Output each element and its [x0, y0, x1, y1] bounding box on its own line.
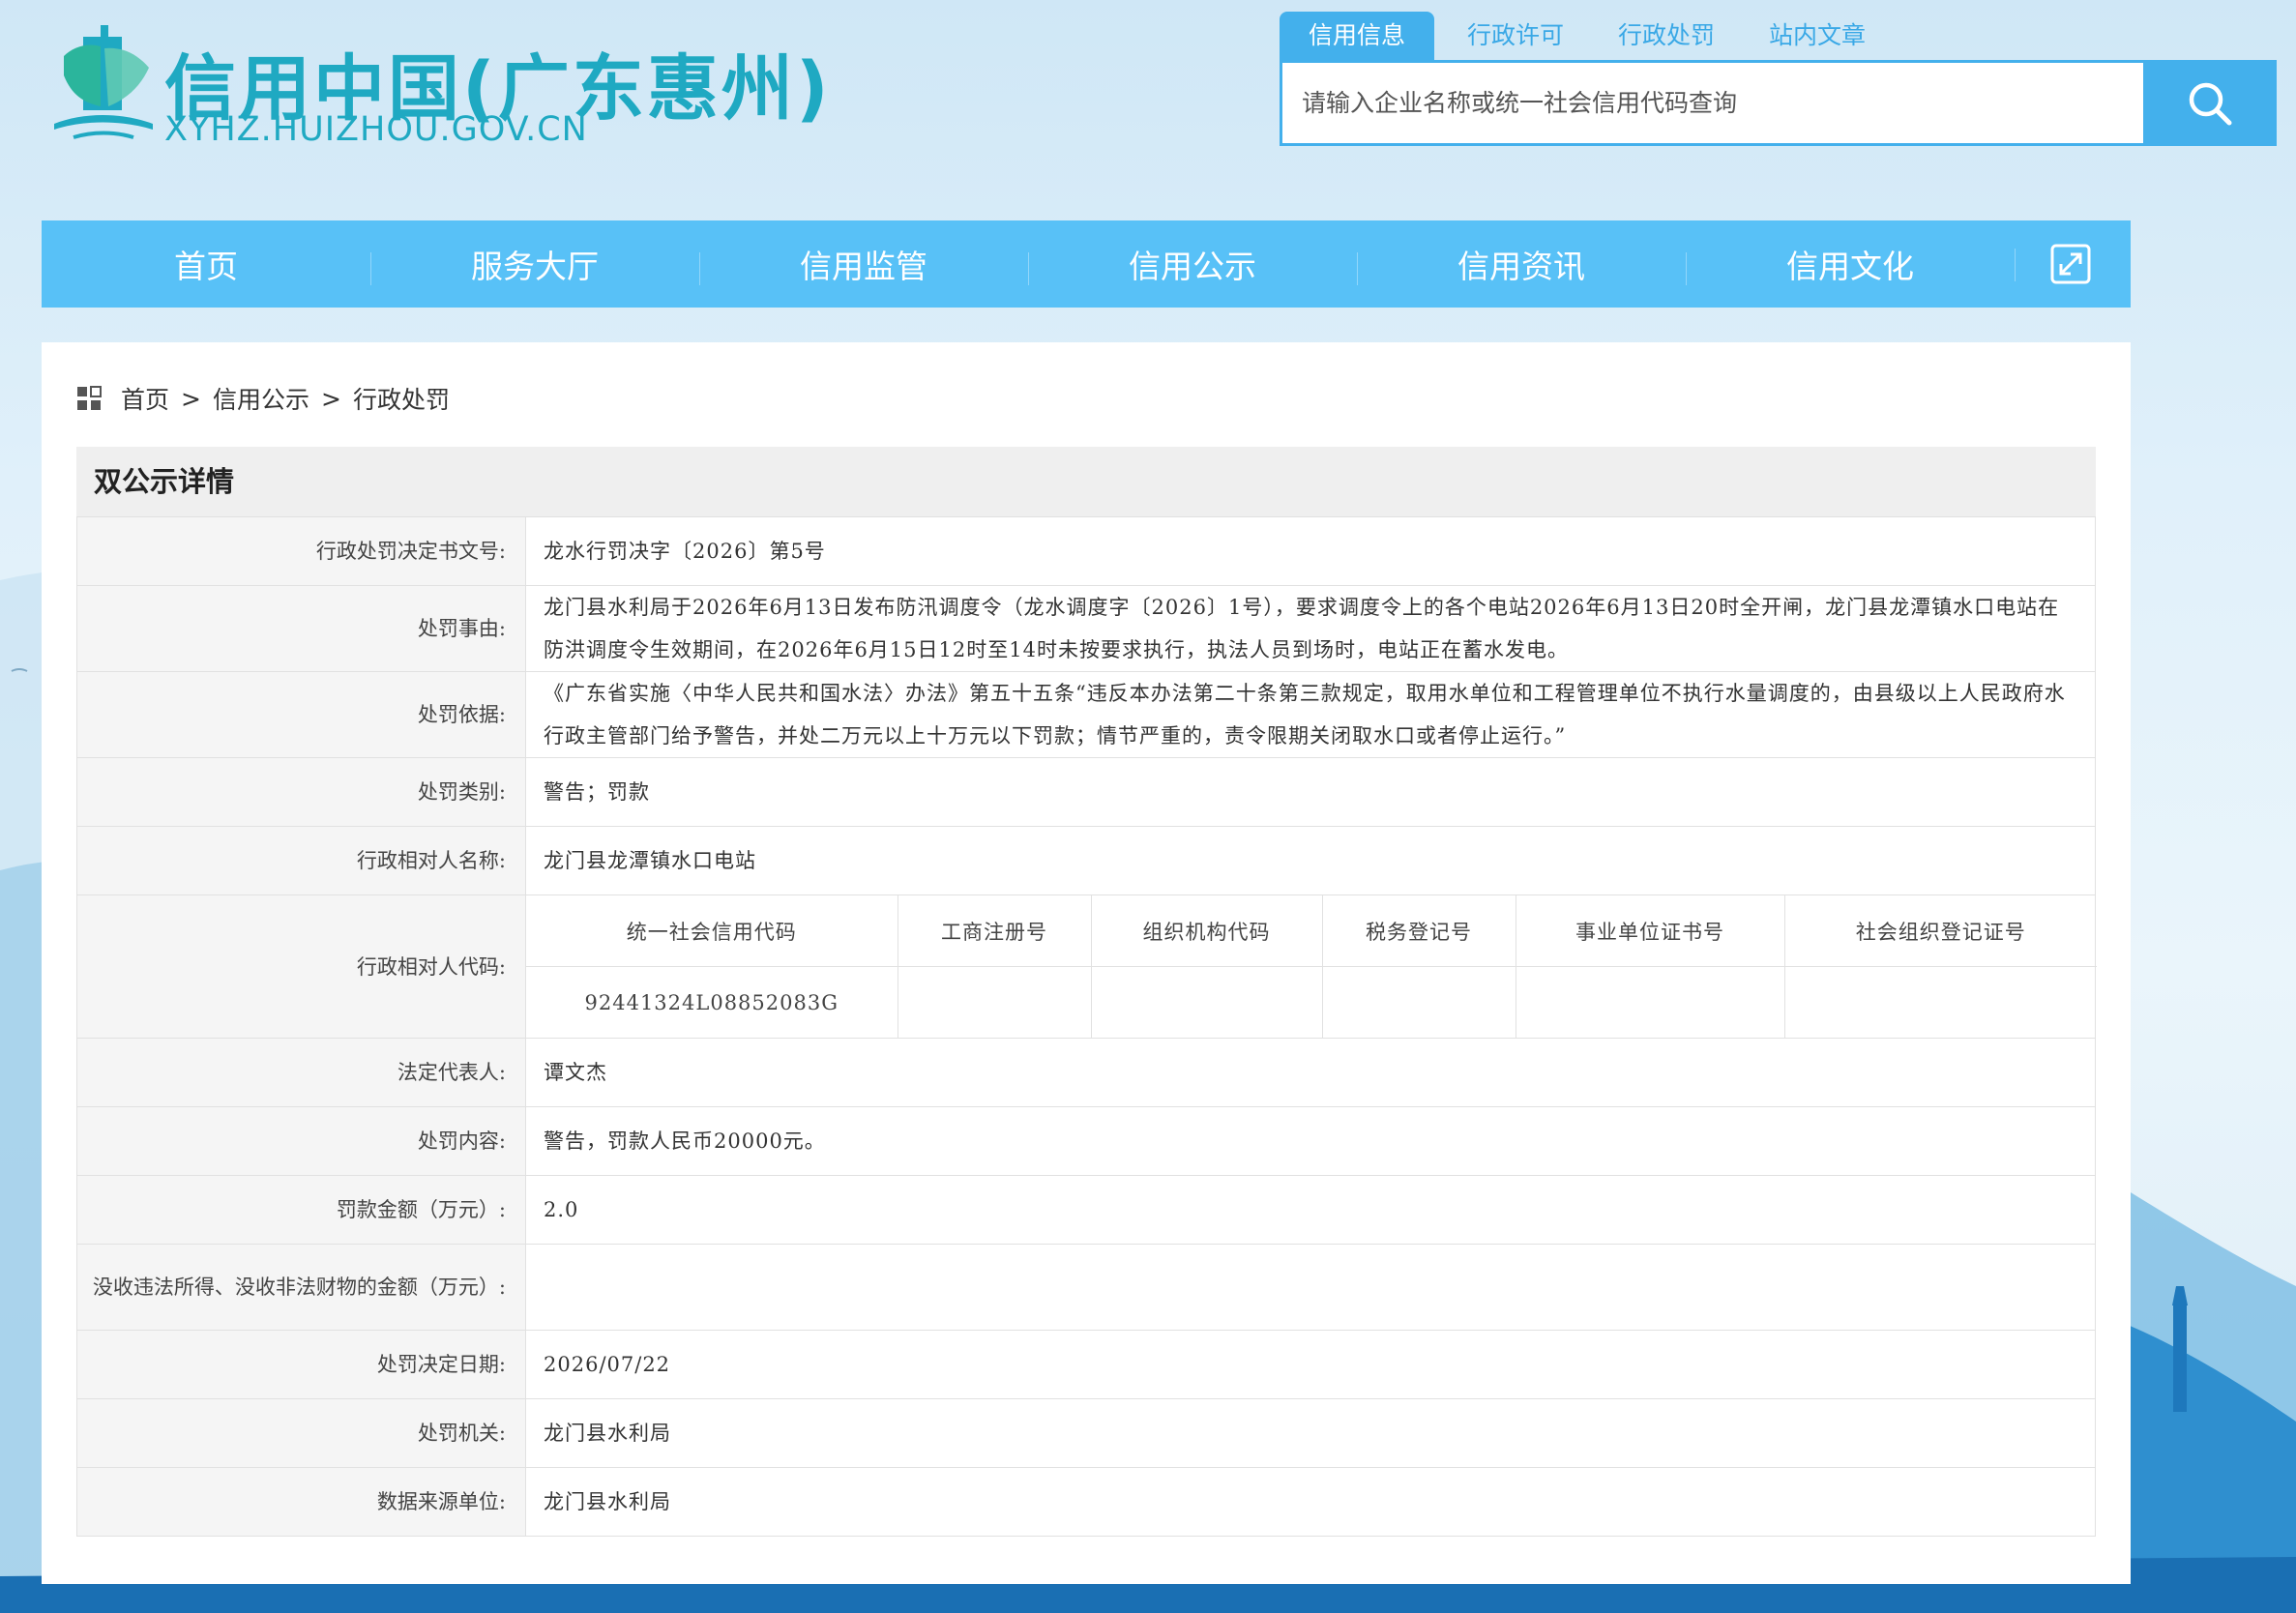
field-value: 2026/07/22 — [525, 1330, 2096, 1399]
field-label: 数据来源单位: — [76, 1467, 526, 1537]
code-header: 税务登记号 — [1322, 895, 1516, 967]
field-value: 谭文杰 — [525, 1038, 2096, 1107]
field-value: 龙水行罚决字〔2026〕第5号 — [525, 516, 2096, 586]
field-value — [525, 1244, 2096, 1331]
expand-icon — [2050, 244, 2091, 284]
code-header: 工商注册号 — [898, 895, 1092, 967]
search-tab-admin-penalty[interactable]: 行政处罚 — [1597, 12, 1736, 60]
nav-expand-button[interactable] — [2015, 243, 2127, 285]
table-row: 处罚机关: 龙门县水利局 — [76, 1398, 2096, 1468]
table-row: 处罚决定日期: 2026/07/22 — [76, 1330, 2096, 1399]
table-row: 处罚依据: 《广东省实施〈中华人民共和国水法〉办法》第五十五条“违反本办法第二十… — [76, 671, 2096, 758]
logo-emblem-icon — [54, 25, 153, 139]
breadcrumb: 首页 > 信用公示 > 行政处罚 — [76, 377, 450, 420]
grid-icon — [77, 386, 102, 410]
breadcrumb-home[interactable]: 首页 — [121, 381, 169, 416]
nav-item-home[interactable]: 首页 — [42, 241, 370, 287]
field-label: 罚款金额（万元）: — [76, 1175, 526, 1245]
nav-item-credit-supervision[interactable]: 信用监管 — [699, 241, 1028, 287]
breadcrumb-credit-disclosure[interactable]: 信用公示 — [213, 381, 309, 416]
field-label: 行政相对人名称: — [76, 826, 526, 895]
field-value: 警告，罚款人民币20000元。 — [525, 1106, 2096, 1176]
codes-value-row: 92441324L08852083G — [526, 966, 2097, 1039]
search-tab-site-articles[interactable]: 站内文章 — [1748, 12, 1887, 60]
table-row: 行政相对人名称: 龙门县龙潭镇水口电站 — [76, 826, 2096, 895]
search-tab-credit-info[interactable]: 信用信息 — [1280, 12, 1435, 60]
field-value: 警告；罚款 — [525, 757, 2096, 827]
search-box — [1280, 60, 2277, 146]
table-row: 法定代表人: 谭文杰 — [76, 1038, 2096, 1107]
codes-cell: 统一社会信用代码 工商注册号 组织机构代码 税务登记号 事业单位证书号 社会组织… — [525, 894, 2097, 1039]
field-label: 行政处罚决定书文号: — [76, 516, 526, 586]
code-header: 社会组织登记证号 — [1784, 895, 2097, 967]
code-header: 统一社会信用代码 — [526, 895, 898, 967]
code-value — [1516, 966, 1785, 1038]
search-input[interactable] — [1282, 63, 2143, 143]
breadcrumb-admin-penalty[interactable]: 行政处罚 — [353, 381, 450, 416]
nav-item-service-hall[interactable]: 服务大厅 — [370, 241, 699, 287]
site-logo[interactable]: 信用中国(广东惠州) XYHZ.HUIZHOU.GOV.CN — [44, 17, 829, 153]
field-label: 处罚机关: — [76, 1398, 526, 1468]
field-value: 龙门县水利局于2026年6月13日发布防汛调度令（龙水调度字〔2026〕1号），… — [525, 585, 2096, 672]
field-label: 处罚事由: — [76, 585, 526, 672]
logo-subtitle: XYHZ.HUIZHOU.GOV.CN — [164, 110, 588, 149]
table-row: 行政处罚决定书文号: 龙水行罚决字〔2026〕第5号 — [76, 516, 2096, 586]
breadcrumb-separator: > — [320, 384, 341, 413]
field-label: 处罚决定日期: — [76, 1330, 526, 1399]
code-value: 92441324L08852083G — [526, 966, 898, 1038]
code-header: 事业单位证书号 — [1516, 895, 1785, 967]
field-label: 处罚内容: — [76, 1106, 526, 1176]
detail-title: 双公示详情 — [76, 447, 2096, 516]
code-value — [1784, 967, 2097, 1039]
field-value: 《广东省实施〈中华人民共和国水法〉办法》第五十五条“违反本办法第二十条第三款规定… — [525, 671, 2096, 758]
search-button[interactable] — [2143, 60, 2277, 146]
field-value: 2.0 — [525, 1175, 2096, 1245]
detail-table: 行政处罚决定书文号: 龙水行罚决字〔2026〕第5号 处罚事由: 龙门县水利局于… — [76, 516, 2097, 1537]
search-tabs: 信用信息 行政许可 行政处罚 站内文章 — [1280, 12, 1899, 62]
search-tab-admin-license[interactable]: 行政许可 — [1446, 12, 1585, 60]
search-icon — [2189, 82, 2232, 125]
code-value — [1091, 966, 1323, 1038]
field-label: 行政相对人代码: — [76, 894, 526, 1039]
main-panel: 首页 > 信用公示 > 行政处罚 双公示详情 行政处罚决定书文号: 龙水行罚决字… — [42, 342, 2131, 1584]
field-value: 龙门县龙潭镇水口电站 — [525, 826, 2096, 895]
table-row: 数据来源单位: 龙门县水利局 — [76, 1467, 2096, 1537]
field-label: 没收违法所得、没收非法财物的金额（万元）: — [76, 1244, 526, 1331]
field-label: 处罚依据: — [76, 671, 526, 758]
nav-item-credit-news[interactable]: 信用资讯 — [1357, 241, 1686, 287]
field-label: 处罚类别: — [76, 757, 526, 827]
codes-table: 统一社会信用代码 工商注册号 组织机构代码 税务登记号 事业单位证书号 社会组织… — [526, 895, 2097, 1038]
breadcrumb-separator: > — [181, 384, 201, 413]
table-row: 处罚类别: 警告；罚款 — [76, 757, 2096, 827]
table-row: 罚款金额（万元）: 2.0 — [76, 1175, 2096, 1245]
table-row: 行政相对人代码: 统一社会信用代码 工商注册号 组织机构代码 税务登记号 事业单… — [76, 894, 2097, 1039]
main-nav: 首页 服务大厅 信用监管 信用公示 信用资讯 信用文化 — [42, 220, 2131, 308]
field-value: 龙门县水利局 — [525, 1467, 2096, 1537]
field-label: 法定代表人: — [76, 1038, 526, 1107]
nav-item-credit-culture[interactable]: 信用文化 — [1686, 241, 2015, 287]
code-header: 组织机构代码 — [1091, 895, 1323, 967]
table-row: 处罚内容: 警告，罚款人民币20000元。 — [76, 1106, 2096, 1176]
table-row: 处罚事由: 龙门县水利局于2026年6月13日发布防汛调度令（龙水调度字〔202… — [76, 585, 2096, 672]
codes-header-row: 统一社会信用代码 工商注册号 组织机构代码 税务登记号 事业单位证书号 社会组织… — [526, 895, 2097, 967]
nav-item-credit-disclosure[interactable]: 信用公示 — [1028, 241, 1357, 287]
field-value: 龙门县水利局 — [525, 1398, 2096, 1468]
code-value — [1322, 966, 1516, 1038]
table-row: 没收违法所得、没收非法财物的金额（万元）: — [76, 1244, 2096, 1331]
code-value — [898, 966, 1092, 1038]
